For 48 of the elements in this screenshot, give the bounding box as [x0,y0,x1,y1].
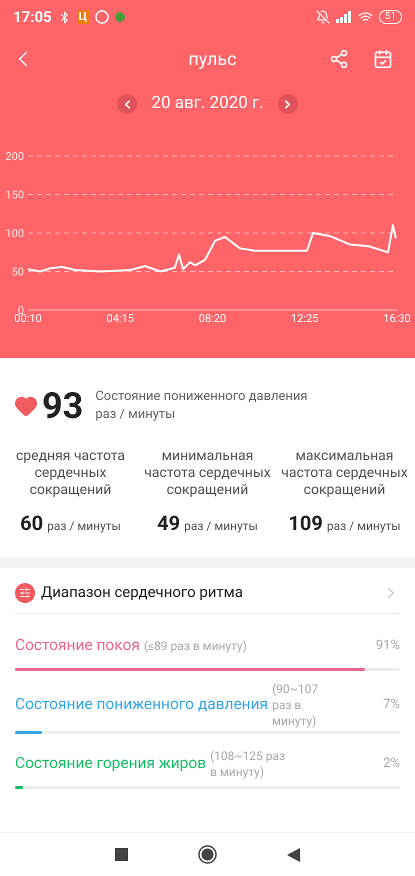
current-heart-rate: 93 [42,388,84,424]
heart-icon [14,394,38,418]
zone-percent: 7% [383,696,400,714]
share-icon[interactable] [329,49,349,69]
zone-label: Состояние пониженного давления [15,694,268,716]
x-tick-label: 12:25 [291,312,318,323]
zone-label: Состояние горения жиров [15,753,206,774]
previous-day-button[interactable] [117,94,138,114]
signal-icon [336,11,352,23]
app-badge: Ц [76,10,90,24]
zone-range: (108~125 раз в минуту) [210,748,286,780]
y-tick-label: 200 [5,150,24,163]
clock: 17:05 [13,6,52,28]
zone-percent: 2% [383,755,400,774]
muted-bell-icon [316,10,330,24]
sliders-icon [15,582,35,602]
back-triangle-icon[interactable] [287,848,300,862]
x-tick-label: 04:15 [106,312,134,323]
stat-label: средняя частота сердечных сокращений [14,448,126,499]
stat-unit: раз / минуты [184,518,258,535]
x-tick-label: 16:30 [383,312,411,323]
stat-value: 60 [20,510,44,537]
stat-value: 49 [157,510,180,537]
calendar-icon[interactable] [373,49,393,69]
stat-unit: раз / минуты [47,518,121,535]
stat-label: минимальная частота сердечных сокращений [143,448,272,499]
stat-label: максимальная частота сердечных сокращений [280,448,409,499]
battery-indicator: 51 [378,10,402,24]
app-dot-icon [115,12,126,22]
zone-range: (≤89 раз в минуту) [144,638,248,654]
stat-unit: раз / минуты [326,518,401,535]
page-title: пульс [187,48,238,72]
range-section-title[interactable]: Диапазон сердечного ритма [41,581,382,604]
zone-percent: 91% [376,637,400,656]
y-tick-label: 50 [12,266,24,278]
y-tick-label: 100 [5,227,24,240]
x-tick-label: 08:20 [198,312,226,323]
y-tick-label: 150 [5,188,24,202]
unit-text: раз / минуты [95,406,176,424]
zone-range: (90~107 раз в минуту) [272,681,320,729]
zone-label: Состояние покоя [15,635,140,656]
date-label: 20 авг. 2020 г. [151,92,264,116]
wifi-icon [358,10,373,24]
stat-value: 109 [288,510,323,537]
current-state-text: Состояние пониженного давления [95,388,308,406]
home-icon[interactable] [198,845,217,864]
phone-bubble-icon [95,10,110,24]
next-day-button[interactable] [278,94,298,114]
